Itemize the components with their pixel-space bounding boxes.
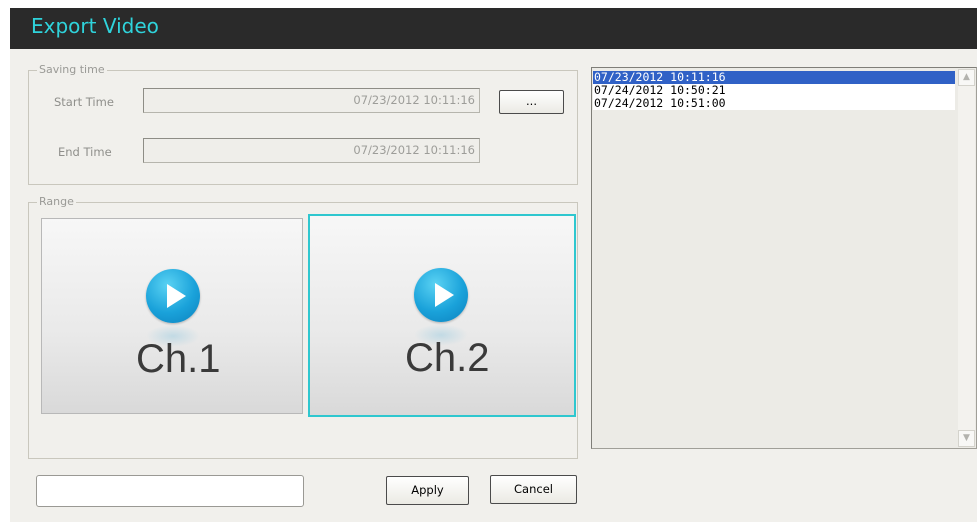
range-legend: Range xyxy=(37,195,76,208)
recording-time-list[interactable]: 07/23/2012 10:11:16 07/24/2012 10:50:21 … xyxy=(591,67,977,449)
list-item[interactable]: 07/24/2012 10:51:00 xyxy=(593,97,955,110)
channel-1-label: Ch.1 xyxy=(136,337,221,381)
title-bar: Export Video xyxy=(10,8,977,49)
saving-time-legend: Saving time xyxy=(37,63,107,76)
channel-2-tile[interactable]: Ch.2 xyxy=(308,214,576,417)
dialog-title: Export Video xyxy=(31,14,159,38)
vertical-scrollbar[interactable]: ▲ ▼ xyxy=(958,69,975,447)
channel-1-tile[interactable]: Ch.1 xyxy=(41,218,303,414)
scroll-up-arrow-icon[interactable]: ▲ xyxy=(958,69,975,86)
apply-button[interactable]: Apply xyxy=(386,476,469,505)
play-icon xyxy=(414,268,468,322)
start-time-label: Start Time xyxy=(54,95,114,109)
start-time-field[interactable]: 07/23/2012 10:11:16 xyxy=(143,88,480,113)
scroll-down-arrow-icon[interactable]: ▼ xyxy=(958,430,975,447)
export-video-dialog: Export Video Saving time Start Time 07/2… xyxy=(10,8,977,522)
end-time-label: End Time xyxy=(58,145,112,159)
channel-2-label: Ch.2 xyxy=(405,336,490,380)
cancel-button[interactable]: Cancel xyxy=(490,475,577,504)
end-time-field[interactable]: 07/23/2012 10:11:16 xyxy=(143,138,480,163)
status-field[interactable] xyxy=(36,475,304,507)
play-icon xyxy=(146,269,200,323)
browse-button[interactable]: ... xyxy=(499,90,564,114)
